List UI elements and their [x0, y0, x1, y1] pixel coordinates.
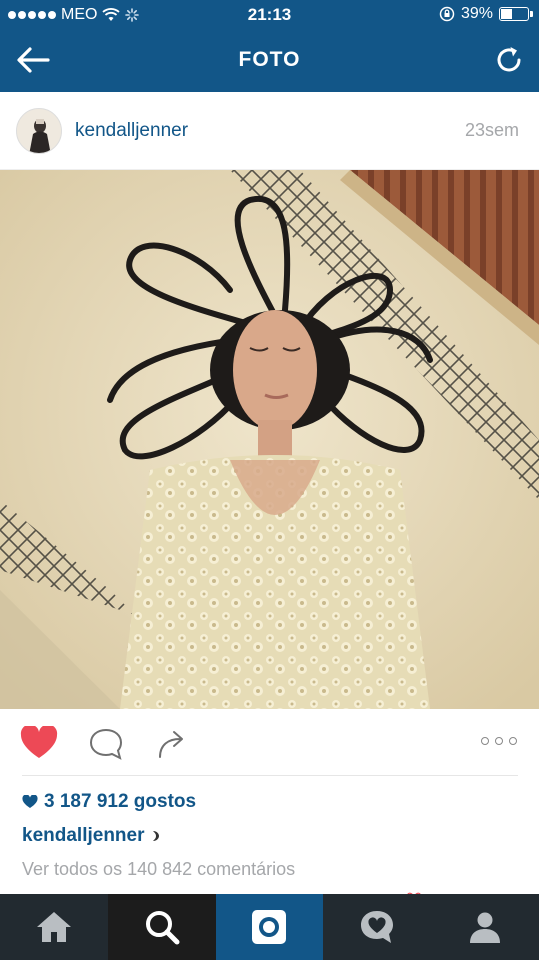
caption-username[interactable]: kendalljenner [22, 825, 145, 847]
home-icon [36, 912, 71, 942]
tab-activity[interactable] [323, 894, 431, 960]
like-heart-icon[interactable] [20, 726, 58, 760]
likes-count[interactable]: 3 187 912 gostos [22, 791, 196, 813]
tab-camera[interactable] [215, 894, 324, 960]
more-options-icon[interactable] [481, 737, 517, 745]
photo-image [0, 170, 539, 709]
post-photo[interactable] [0, 170, 539, 709]
post-header: kendalljenner 23sem [0, 92, 539, 170]
status-right: 39% [439, 5, 533, 23]
avatar-image [17, 109, 61, 153]
top-bar: MEO 21:13 39% FOTO [0, 0, 539, 92]
post-caption: kendalljenner [22, 825, 165, 847]
rotation-lock-icon [439, 6, 455, 22]
post-username[interactable]: kendalljenner [75, 120, 188, 142]
tab-bar [0, 894, 539, 960]
search-icon [145, 911, 180, 945]
post-actions [0, 709, 539, 775]
heart-bubble-icon [361, 911, 394, 943]
battery-icon [499, 7, 533, 21]
tab-home[interactable] [0, 894, 108, 960]
profile-icon [470, 912, 501, 943]
post-time: 23sem [464, 120, 519, 140]
caption-heart-emoji-icon [152, 831, 159, 841]
like-count-heart-icon [22, 795, 38, 808]
tab-profile[interactable] [431, 894, 539, 960]
tab-search[interactable] [107, 894, 216, 960]
camera-icon [252, 910, 287, 944]
avatar[interactable] [16, 108, 62, 154]
battery-percent: 39% [460, 5, 493, 22]
likes-label: 3 187 912 gostos [44, 791, 197, 812]
share-arrow-icon[interactable] [156, 727, 190, 759]
divider [22, 775, 518, 776]
refresh-icon[interactable] [493, 44, 525, 76]
status-bar: MEO 21:13 39% [0, 0, 539, 30]
view-all-comments-link[interactable]: Ver todos os 140 842 comentários [22, 859, 295, 880]
page-title: FOTO [238, 48, 301, 71]
comment-bubble-icon[interactable] [88, 727, 124, 761]
